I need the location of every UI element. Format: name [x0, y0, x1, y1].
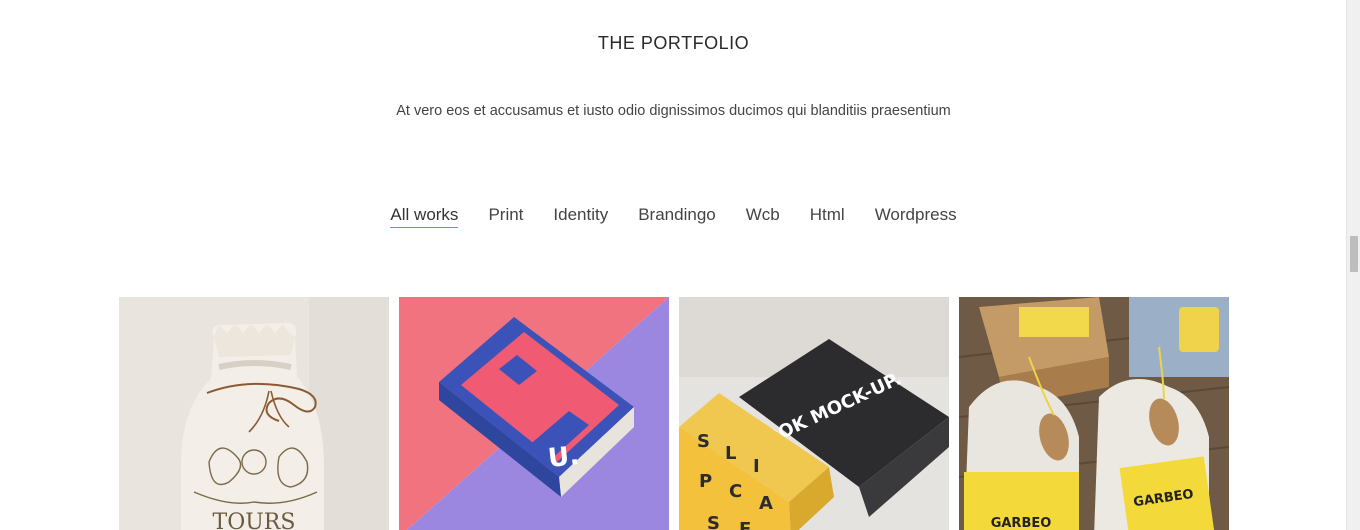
portfolio-item-tours-bag[interactable]: TOURS: [119, 297, 389, 530]
filter-wordpress[interactable]: Wordpress: [875, 205, 957, 228]
scrollbar-thumb[interactable]: [1350, 236, 1358, 272]
svg-text:C: C: [729, 481, 742, 502]
section-title: THE PORTFOLIO: [597, 33, 750, 53]
svg-text:S: S: [697, 431, 710, 452]
filter-brandingo[interactable]: Brandingo: [638, 205, 716, 228]
filter-html[interactable]: Html: [810, 205, 845, 228]
filter-all-works[interactable]: All works: [390, 205, 459, 228]
filter-print[interactable]: Print: [488, 205, 523, 228]
tours-bag-image: TOURS: [119, 297, 389, 530]
section-subtitle: At vero eos et accusamus et iusto odio d…: [396, 103, 951, 119]
portfolio-filter-nav: All works Print Identity Brandingo Wcb H…: [0, 205, 1347, 228]
svg-text:GARBEO: GARBEO: [991, 516, 1052, 530]
svg-text:P: P: [699, 471, 712, 492]
portfolio-page: THE PORTFOLIO At vero eos et accusamus e…: [0, 0, 1347, 530]
slipcase-book-mockup-image: BOOK MOCK-UP. SLI P CA SE: [679, 297, 949, 530]
book-mockup-pink-image: U.: [399, 297, 669, 530]
svg-text:I: I: [753, 456, 760, 477]
page-scrollbar[interactable]: [1346, 0, 1360, 530]
svg-text:L: L: [725, 443, 736, 464]
portfolio-item-slipcase-book-mockup[interactable]: BOOK MOCK-UP. SLI PCA SE: [679, 297, 949, 530]
tours-bag-label: TOURS: [213, 510, 296, 530]
portfolio-item-book-mockup-pink[interactable]: U.: [399, 297, 669, 530]
svg-text:E: E: [739, 519, 751, 530]
portfolio-grid: TOURS U. BOOK MOCK-UP. S L I P C A S E G…: [119, 297, 1229, 530]
filter-identity[interactable]: Identity: [553, 205, 608, 228]
garbeo-packaging-image: GARBEO GARBEO: [959, 297, 1229, 530]
portfolio-item-garbeo-packaging[interactable]: GARBEO GARBEO: [959, 297, 1229, 530]
filter-wcb[interactable]: Wcb: [746, 205, 780, 228]
svg-text:S: S: [707, 513, 720, 530]
svg-text:A: A: [759, 493, 773, 514]
book-cover-mark: U.: [547, 441, 581, 474]
